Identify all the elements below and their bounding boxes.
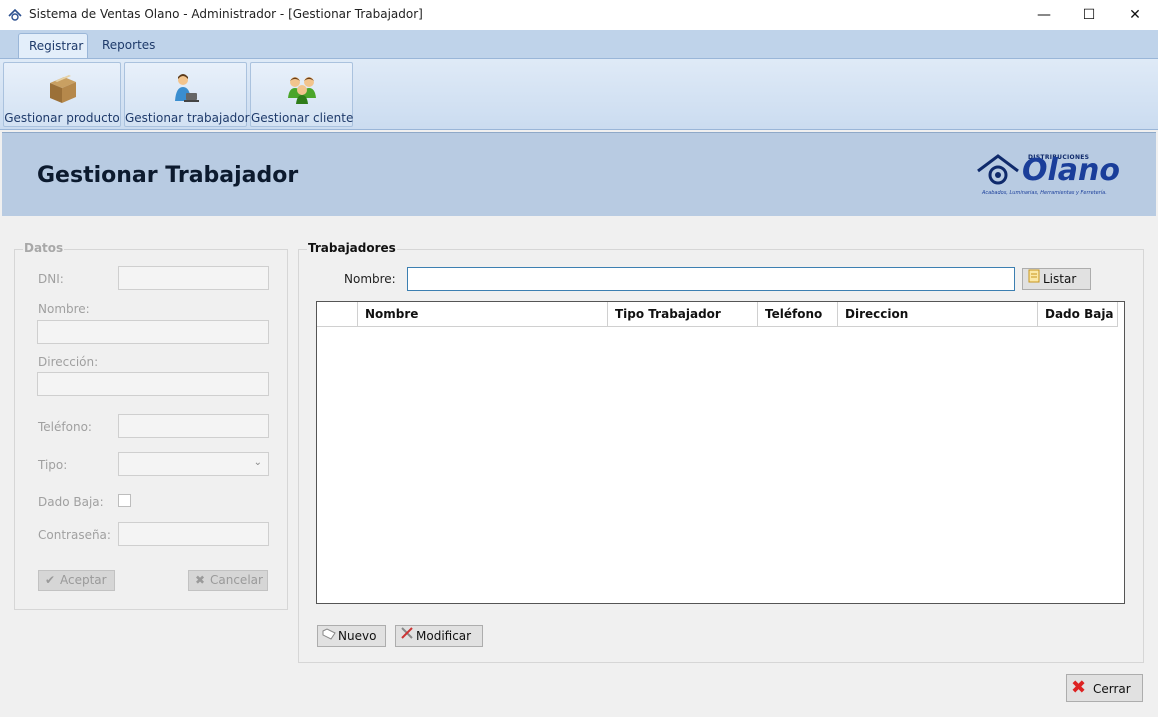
header-banner: Gestionar Trabajador DISTRIBUCIONES Olan… [2, 132, 1156, 216]
tab-registrar[interactable]: Registrar [18, 33, 88, 59]
gestionar-producto-label: Gestionar producto [4, 111, 120, 125]
column-header-direccion[interactable]: Direccion [838, 302, 1038, 327]
dni-field[interactable] [118, 266, 269, 290]
house-logo-icon [977, 154, 1019, 185]
minimize-icon: — [1037, 7, 1051, 23]
logo-name: Olano [1022, 153, 1120, 188]
column-header-nombre[interactable]: Nombre [358, 302, 608, 327]
tab-reportes[interactable]: Reportes [92, 33, 165, 59]
page-title: Gestionar Trabajador [37, 163, 299, 188]
aceptar-button[interactable]: ✔ Aceptar [38, 570, 115, 591]
nombre-field[interactable] [37, 320, 269, 344]
worker-icon [174, 74, 199, 102]
cancel-icon: ✖ [194, 573, 206, 587]
datos-title: Datos [23, 241, 65, 255]
tools-icon [400, 626, 414, 646]
gestionar-producto-button[interactable]: Gestionar producto [3, 62, 121, 127]
column-header-telefono[interactable]: Teléfono [758, 302, 838, 327]
dado-baja-checkbox[interactable] [118, 494, 131, 507]
box-icon [50, 75, 76, 103]
ribbon-panel: Gestionar producto Gestionar trabajador … [0, 58, 1158, 130]
olano-logo: DISTRIBUCIONES Olano Acabados, Luminaria… [972, 151, 1122, 199]
close-button[interactable]: ✕ [1112, 0, 1158, 30]
column-header-tipo-trabajador[interactable]: Tipo Trabajador [608, 302, 758, 327]
cancelar-label: Cancelar [210, 573, 263, 587]
trabajadores-title: Trabajadores [307, 241, 397, 255]
list-icon [1027, 269, 1041, 289]
telefono-label: Teléfono: [38, 420, 92, 434]
check-icon: ✔ [44, 573, 56, 587]
nuevo-label: Nuevo [338, 629, 377, 643]
close-icon: ✕ [1129, 7, 1141, 23]
modificar-label: Modificar [416, 629, 472, 643]
search-nombre-input[interactable] [407, 267, 1015, 291]
contrasena-field[interactable] [118, 522, 269, 546]
gestionar-cliente-button[interactable]: Gestionar cliente [250, 62, 353, 127]
tag-icon [322, 626, 336, 646]
maximize-button[interactable]: ☐ [1066, 0, 1112, 30]
cancelar-button[interactable]: ✖ Cancelar [188, 570, 268, 591]
direccion-field[interactable] [37, 372, 269, 396]
dado-baja-label: Dado Baja: [38, 495, 104, 509]
nombre-label: Nombre: [38, 302, 90, 316]
close-x-icon: ✖ [1071, 677, 1087, 698]
column-header-dado-baja[interactable]: Dado Baja [1038, 302, 1118, 327]
window-title: Sistema de Ventas Olano - Administrador … [29, 7, 423, 21]
gestionar-cliente-label: Gestionar cliente [251, 111, 354, 125]
gestionar-trabajador-label: Gestionar trabajador [125, 111, 250, 125]
row-header-column [317, 302, 358, 327]
ribbon-tab-strip: Registrar Reportes [0, 30, 1158, 59]
tipo-select[interactable]: ⌄ [118, 452, 269, 476]
modificar-button[interactable]: Modificar [395, 625, 483, 647]
contrasena-label: Contraseña: [38, 528, 111, 542]
title-bar: Sistema de Ventas Olano - Administrador … [0, 0, 1158, 30]
trabajadores-grid[interactable]: Nombre Tipo Trabajador Teléfono Direccio… [316, 301, 1125, 604]
maximize-icon: ☐ [1082, 7, 1096, 23]
search-nombre-label: Nombre: [344, 272, 396, 286]
telefono-field[interactable] [118, 414, 269, 438]
cerrar-button[interactable]: ✖ Cerrar [1066, 674, 1143, 702]
app-icon [8, 8, 22, 21]
aceptar-label: Aceptar [60, 573, 107, 587]
logo-tagline: Acabados, Luminarias, Herramientas y Fer… [982, 190, 1107, 196]
chevron-down-icon: ⌄ [253, 457, 262, 468]
cerrar-label: Cerrar [1093, 682, 1131, 696]
dni-label: DNI: [38, 272, 64, 286]
direccion-label: Dirección: [38, 355, 99, 369]
gestionar-trabajador-button[interactable]: Gestionar trabajador [124, 62, 250, 127]
nuevo-button[interactable]: Nuevo [317, 625, 386, 647]
listar-button[interactable]: Listar [1022, 268, 1091, 290]
clients-icon [287, 77, 316, 104]
minimize-button[interactable]: — [1021, 0, 1067, 30]
listar-label: Listar [1043, 272, 1077, 286]
tipo-label: Tipo: [38, 458, 68, 472]
